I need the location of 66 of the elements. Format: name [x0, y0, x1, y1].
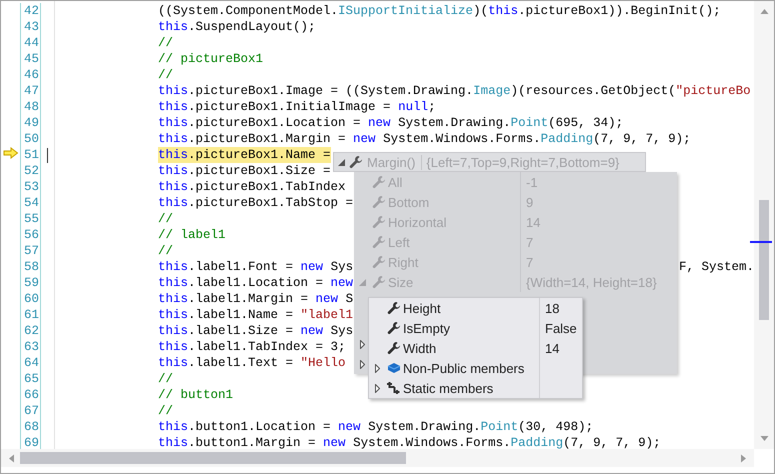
code-line: this.pictureBox1.Margin = new System.Windows.Forms.Padding(7, 9, 7, 9); — [158, 131, 691, 147]
code-line: this.label1.Font = new Sys — [158, 259, 354, 275]
line-number: 49 — [24, 115, 39, 131]
line-number: 59 — [24, 275, 39, 291]
line-number: 42 — [24, 3, 39, 19]
line-number: 51 — [24, 147, 39, 163]
property-name: IsEmpty — [403, 320, 451, 336]
code-fragment: F, System. — [678, 259, 754, 275]
line-number: 44 — [24, 35, 39, 51]
code-line: // label1 — [158, 227, 226, 243]
line-number: 62 — [24, 323, 39, 339]
code-line: // — [158, 211, 174, 227]
code-line: this.pictureBox1.Location = new System.Drawing.Point(695, 34); — [158, 115, 624, 131]
code-line: // — [158, 371, 174, 387]
code-line: this.pictureBox1.InitialImage = null; — [158, 99, 436, 115]
code-line: this.label1.Location = new — [158, 275, 354, 291]
code-line: this.button1.Margin = new System.Windows.Forms.Padding(7, 9, 7, 9); — [158, 435, 661, 451]
code-line: this.pictureBox1.TabIndex — [158, 179, 346, 195]
line-number: 50 — [24, 131, 39, 147]
code-line: this.label1.Margin = new S — [158, 291, 354, 307]
line-number: 63 — [24, 339, 39, 355]
line-number: 43 — [24, 19, 39, 35]
line-number: 54 — [24, 195, 39, 211]
code-line: this.pictureBox1.Image = ((System.Drawing.Image)(resources.GetObject("pictureBo — [158, 83, 751, 99]
line-number: 58 — [24, 259, 39, 275]
code-line: // — [158, 67, 174, 83]
code-line: this.pictureBox1.TabStop = — [158, 195, 354, 211]
line-number: 55 — [24, 211, 39, 227]
line-number: 69 — [24, 435, 39, 451]
property-name: Margin() — [367, 154, 422, 170]
code-line: // — [158, 243, 174, 259]
property-name: Non-Public members — [403, 360, 526, 376]
code-line: // — [158, 403, 174, 419]
code-line: // pictureBox1 — [158, 51, 264, 67]
line-number: 52 — [24, 163, 39, 179]
line-number: 45 — [24, 51, 39, 67]
line-number: 46 — [24, 67, 39, 83]
line-number: 67 — [24, 403, 39, 419]
line-number: 48 — [24, 99, 39, 115]
code-line: this.SuspendLayout(); — [158, 19, 316, 35]
code-line: this.label1.Name = "label1 — [158, 307, 354, 323]
code-line: this.label1.Text = "Hello — [158, 355, 346, 371]
line-number: 53 — [24, 179, 39, 195]
line-number: 65 — [24, 371, 39, 387]
code-line: this.label1.TabIndex = 3; — [158, 339, 346, 355]
property-name: Height — [403, 300, 442, 316]
line-number: 47 — [24, 83, 39, 99]
property-value: 14 — [545, 340, 560, 356]
line-number: 66 — [24, 387, 39, 403]
code-line: // — [158, 35, 174, 51]
code-line: this.label1.Size = new Sys — [158, 323, 354, 339]
line-number: 61 — [24, 307, 39, 323]
line-number: 68 — [24, 419, 39, 435]
property-value: 18 — [545, 300, 560, 316]
code-line: // button1 — [158, 387, 234, 403]
code-line: ((System.ComponentModel.ISupportInitialize)(this.pictureBox1)).BeginInit(); — [158, 3, 721, 19]
property-value: {Left=7,Top=9,Right=7,Bottom=9} — [426, 154, 620, 170]
line-number: 56 — [24, 227, 39, 243]
property-name: Width — [403, 340, 438, 356]
property-value: False — [545, 320, 577, 336]
property-name: Static members — [403, 380, 494, 396]
line-number: 60 — [24, 291, 39, 307]
line-number: 64 — [24, 355, 39, 371]
code-line: this.pictureBox1.Size = — [158, 163, 331, 179]
code-line: this.button1.Location = new System.Drawing.Point(30, 498); — [158, 419, 594, 435]
line-number: 57 — [24, 243, 39, 259]
